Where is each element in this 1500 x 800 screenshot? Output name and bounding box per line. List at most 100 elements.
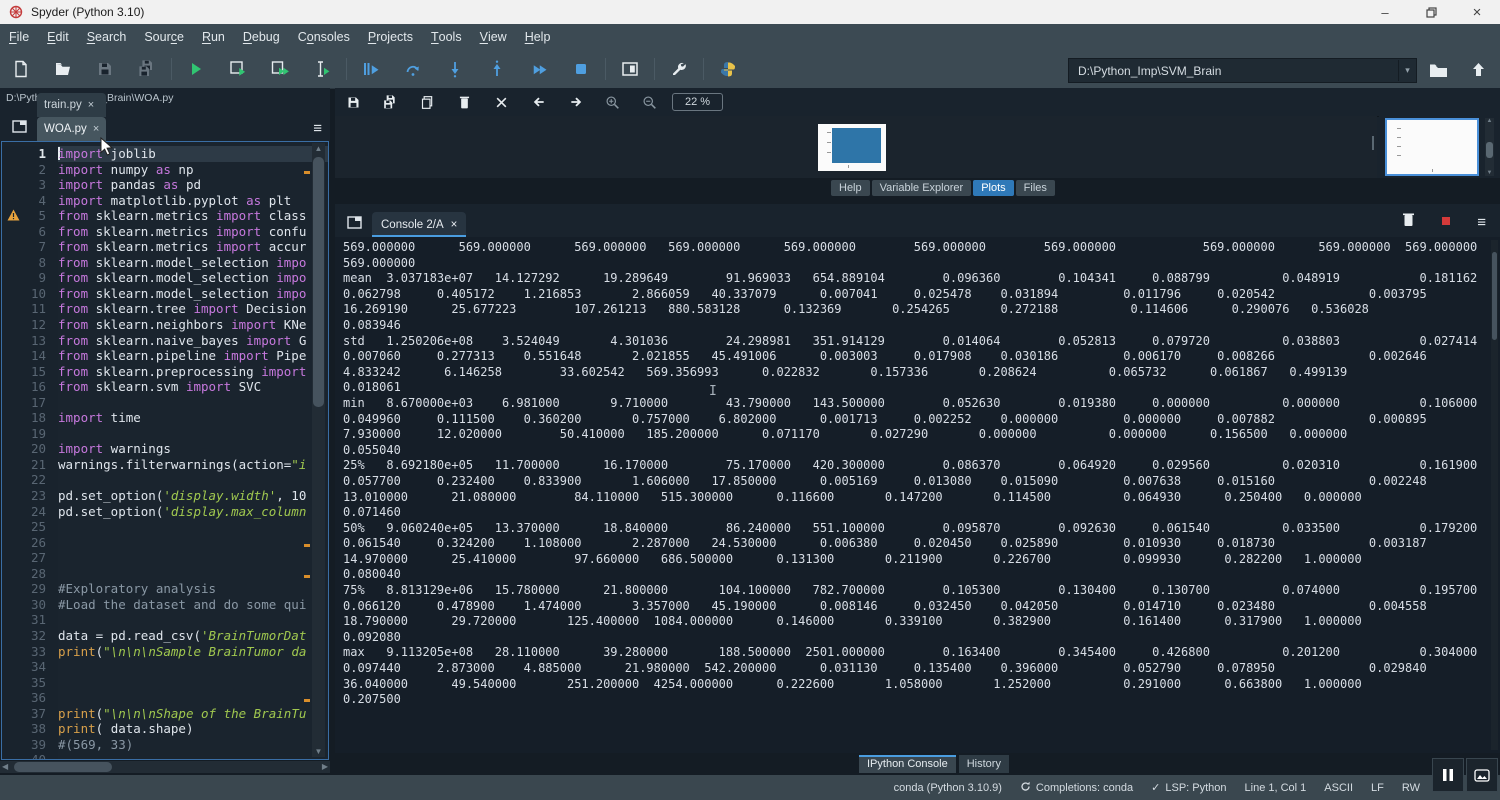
menu-edit[interactable]: Edit: [38, 24, 78, 50]
restore-button[interactable]: [1408, 0, 1454, 24]
console-options-menu-icon[interactable]: ≡: [1477, 214, 1486, 231]
code-line-22[interactable]: 22: [2, 472, 328, 488]
scroll-down-icon[interactable]: ▼: [312, 747, 325, 756]
scroll-up-icon[interactable]: ▲: [1485, 118, 1494, 124]
step-return-button[interactable]: [476, 53, 518, 85]
editor-tab-train.py[interactable]: train.py×: [37, 93, 106, 117]
console-scroll-handle[interactable]: [1492, 252, 1497, 340]
code-line-34[interactable]: 34: [2, 659, 328, 675]
editor-vscroll-handle[interactable]: [313, 157, 324, 407]
console-output[interactable]: 569.000000 569.000000 569.000000 569.000…: [335, 237, 1500, 753]
image-button[interactable]: [1466, 758, 1498, 792]
plot-thumbnail[interactable]: [818, 124, 886, 171]
menu-search[interactable]: Search: [78, 24, 136, 50]
tab-plots[interactable]: Plots: [973, 180, 1013, 196]
code-line-36[interactable]: 36: [2, 690, 328, 706]
code-line-27[interactable]: 27: [2, 550, 328, 566]
run-cell-button[interactable]: [217, 53, 259, 85]
next-plot-button[interactable]: [557, 90, 594, 114]
remove-plot-button[interactable]: [446, 90, 483, 114]
code-line-14[interactable]: 14from sklearn.pipeline import Pipe: [2, 348, 328, 364]
code-line-37[interactable]: 37print("\n\n\nShape of the BrainTu: [2, 706, 328, 722]
code-line-20[interactable]: 20import warnings: [2, 441, 328, 457]
close-button[interactable]: ×: [1454, 0, 1500, 24]
save-all-plots-button[interactable]: [372, 90, 409, 114]
chevron-down-icon[interactable]: ▾: [1398, 60, 1416, 81]
code-line-11[interactable]: 11from sklearn.tree import Decision: [2, 301, 328, 317]
code-line-40[interactable]: 40: [2, 752, 328, 760]
code-line-12[interactable]: 12from sklearn.neighbors import KNe: [2, 317, 328, 333]
code-line-21[interactable]: 21warnings.filterwarnings(action="i: [2, 457, 328, 473]
remove-all-plots-button[interactable]: [483, 90, 520, 114]
code-line-28[interactable]: 28: [2, 566, 328, 582]
run-cell-advance-button[interactable]: [259, 53, 301, 85]
step-into-button[interactable]: [434, 53, 476, 85]
menu-projects[interactable]: Projects: [359, 24, 422, 50]
editor-options-menu-icon[interactable]: ≡: [313, 120, 322, 137]
selected-plot-thumbnail[interactable]: [1385, 118, 1479, 176]
menu-tools[interactable]: Tools: [422, 24, 471, 50]
code-line-23[interactable]: 23pd.set_option('display.width', 10: [2, 488, 328, 504]
menu-file[interactable]: File: [0, 24, 38, 50]
plots-list-scroll-handle[interactable]: [1486, 142, 1493, 158]
plots-list-scrollbar[interactable]: ▲ ▼: [1485, 118, 1494, 176]
tab-variable-explorer[interactable]: Variable Explorer: [872, 180, 972, 196]
editor-tab-WOA.py[interactable]: WOA.py×: [37, 117, 106, 141]
code-line-30[interactable]: 30#Load the dataset and do some qui: [2, 597, 328, 613]
pause-button[interactable]: [1432, 758, 1464, 792]
debug-file-button[interactable]: [350, 53, 392, 85]
new-file-button[interactable]: [0, 53, 42, 85]
menu-source[interactable]: Source: [135, 24, 193, 50]
scroll-right-icon[interactable]: ▶: [322, 762, 328, 771]
code-line-7[interactable]: 7from sklearn.metrics import accur: [2, 239, 328, 255]
code-line-15[interactable]: 15from sklearn.preprocessing import: [2, 364, 328, 380]
continue-execution-button[interactable]: [518, 53, 560, 85]
code-line-29[interactable]: 29#Exploratory analysis: [2, 581, 328, 597]
console-tab[interactable]: Console 2/A ×: [372, 212, 466, 237]
python-env-button[interactable]: [707, 53, 749, 85]
code-line-16[interactable]: 16from sklearn.svm import SVC: [2, 379, 328, 395]
code-line-3[interactable]: 3import pandas as pd: [2, 177, 328, 193]
run-file-button[interactable]: [175, 53, 217, 85]
editor-horizontal-scrollbar[interactable]: ◀ ▶: [0, 761, 330, 773]
minimize-button[interactable]: –: [1362, 0, 1408, 24]
remove-console-icon[interactable]: [1402, 212, 1415, 232]
code-line-8[interactable]: 8from sklearn.model_selection impo: [2, 255, 328, 271]
console-scrollbar[interactable]: [1491, 240, 1498, 750]
tab-history[interactable]: History: [959, 755, 1009, 773]
browse-tabs-icon[interactable]: [341, 209, 367, 235]
plots-splitter-handle[interactable]: [1372, 136, 1374, 150]
scroll-down-icon[interactable]: ▼: [1485, 170, 1494, 176]
editor-hscroll-handle[interactable]: [14, 762, 112, 772]
code-line-1[interactable]: 1import joblib: [2, 146, 328, 162]
menu-run[interactable]: Run: [193, 24, 234, 50]
save-plot-button[interactable]: [335, 90, 372, 114]
code-line-19[interactable]: 19: [2, 426, 328, 442]
close-icon[interactable]: ×: [88, 99, 94, 111]
menu-consoles[interactable]: Consoles: [289, 24, 359, 50]
code-line-4[interactable]: 4import matplotlib.pyplot as plt: [2, 193, 328, 209]
working-directory-combobox[interactable]: D:\Python_Imp\SVM_Brain ▾: [1068, 58, 1417, 83]
close-icon[interactable]: ×: [451, 219, 458, 231]
menu-view[interactable]: View: [471, 24, 516, 50]
run-selection-button[interactable]: [301, 53, 343, 85]
code-line-13[interactable]: 13from sklearn.naive_bayes import G: [2, 333, 328, 349]
code-line-24[interactable]: 24pd.set_option('display.max_column: [2, 504, 328, 520]
code-line-5[interactable]: 5from sklearn.metrics import class: [2, 208, 328, 224]
code-line-10[interactable]: 10from sklearn.model_selection impo: [2, 286, 328, 302]
step-over-button[interactable]: [392, 53, 434, 85]
close-icon[interactable]: ×: [93, 123, 99, 135]
tab-ipython-console[interactable]: IPython Console: [859, 755, 956, 773]
previous-plot-button[interactable]: [520, 90, 557, 114]
code-line-26[interactable]: 26: [2, 535, 328, 551]
parent-directory-button[interactable]: [1465, 57, 1491, 83]
tab-files[interactable]: Files: [1016, 180, 1055, 196]
tab-help[interactable]: Help: [831, 180, 870, 196]
code-line-32[interactable]: 32data = pd.read_csv('BrainTumorDat: [2, 628, 328, 644]
menu-debug[interactable]: Debug: [234, 24, 289, 50]
browse-directory-button[interactable]: [1425, 57, 1451, 83]
code-line-39[interactable]: 39#(569, 33): [2, 737, 328, 753]
code-line-33[interactable]: 33print("\n\n\nSample BrainTumor da: [2, 644, 328, 660]
browse-tabs-icon[interactable]: [6, 113, 32, 139]
code-line-17[interactable]: 17: [2, 395, 328, 411]
